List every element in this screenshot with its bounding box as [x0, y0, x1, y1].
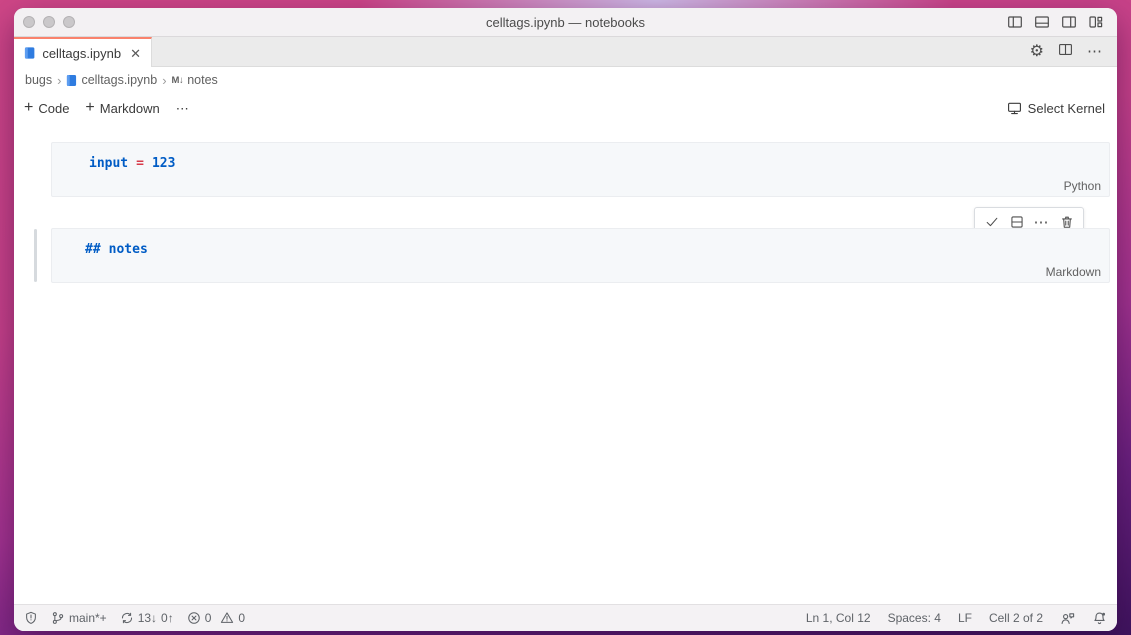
trash-icon: [1060, 215, 1074, 229]
tab-bar: celltags.ipynb ✕ ⚙ ⋯: [14, 37, 1117, 67]
kernel-vm-icon: [1007, 101, 1022, 116]
check-icon: [985, 215, 999, 229]
zoom-window-button[interactable]: [63, 16, 75, 28]
traffic-lights: [23, 8, 75, 36]
sync-changes-status[interactable]: 13↓ 0↑: [120, 611, 174, 625]
code-cell[interactable]: input = 123 Python: [51, 142, 1110, 197]
sync-icon: [120, 611, 134, 625]
breadcrumb-folder[interactable]: bugs: [25, 73, 52, 87]
cursor-position-status[interactable]: Ln 1, Col 12: [806, 611, 871, 625]
warning-icon: [220, 611, 234, 625]
workspace-trust-button[interactable]: [24, 611, 38, 625]
notifications-button[interactable]: [1092, 611, 1107, 626]
code-line: input = 123: [89, 156, 175, 171]
cell-language-picker[interactable]: Markdown: [1046, 265, 1101, 279]
git-branch-status[interactable]: main*+: [51, 611, 107, 625]
tab-label: celltags.ipynb: [42, 46, 121, 61]
cell-focus-indicator: [34, 229, 37, 282]
error-icon: [187, 611, 201, 625]
cell-position-status[interactable]: Cell 2 of 2: [989, 611, 1043, 625]
window-title: celltags.ipynb — notebooks: [14, 15, 1117, 30]
add-code-cell-button[interactable]: + Code: [24, 100, 69, 116]
tab-close-icon[interactable]: ✕: [130, 47, 141, 60]
cell-language-picker[interactable]: Python: [1064, 179, 1101, 193]
markdown-token: notes: [109, 242, 148, 257]
plus-icon: +: [24, 100, 33, 116]
add-markdown-cell-button[interactable]: + Markdown: [85, 100, 159, 116]
breadcrumb-symbol[interactable]: M↓ notes: [172, 73, 218, 87]
problems-status[interactable]: 0 0: [187, 611, 245, 625]
code-token: =: [136, 156, 144, 171]
breadcrumb: bugs › celltags.ipynb › M↓ notes: [14, 67, 1117, 93]
shield-icon: [24, 611, 38, 625]
code-token: input: [89, 156, 128, 171]
split-cell-icon: [1010, 215, 1024, 229]
plus-icon: +: [85, 100, 94, 116]
status-bar: main*+ 13↓ 0↑ 0 0 Ln 1, Col 12 Spaces: 4…: [14, 604, 1117, 631]
notebook-file-icon: [66, 74, 77, 87]
tab-celltags-ipynb[interactable]: celltags.ipynb ✕: [14, 37, 152, 67]
gear-icon[interactable]: ⚙: [1030, 44, 1044, 60]
eol-status[interactable]: LF: [958, 611, 972, 625]
customize-layout-icon[interactable]: [1088, 14, 1104, 30]
feedback-icon: [1060, 611, 1075, 626]
notebook-more-actions-icon[interactable]: ⋯: [176, 102, 190, 115]
notebook-toolbar: + Code + Markdown ⋯ Select Kernel: [14, 93, 1117, 123]
chevron-right-icon: ›: [162, 73, 166, 88]
toggle-primary-sidebar-icon[interactable]: [1007, 14, 1023, 30]
toggle-secondary-sidebar-icon[interactable]: [1061, 14, 1077, 30]
chevron-right-icon: ›: [57, 73, 61, 88]
code-token: 123: [152, 156, 175, 171]
notebook-file-icon: [24, 46, 35, 60]
minimize-window-button[interactable]: [43, 16, 55, 28]
markdown-symbol-icon: M↓: [172, 75, 184, 86]
tab-bar-empty-space: [152, 37, 1016, 67]
markdown-source-line: ## notes: [85, 242, 148, 257]
breadcrumb-file[interactable]: celltags.ipynb: [66, 73, 157, 87]
close-window-button[interactable]: [23, 16, 35, 28]
titlebar: celltags.ipynb — notebooks: [14, 8, 1117, 37]
desktop-wallpaper: celltags.ipynb — notebooks: [0, 0, 1131, 635]
markdown-cell[interactable]: ## notes Markdown: [51, 228, 1110, 283]
more-actions-icon[interactable]: ⋯: [1087, 44, 1103, 59]
select-kernel-button[interactable]: Select Kernel: [1007, 101, 1105, 116]
markdown-token: ##: [85, 242, 101, 257]
indentation-status[interactable]: Spaces: 4: [888, 611, 941, 625]
toggle-panel-icon[interactable]: [1034, 14, 1050, 30]
vscode-window: celltags.ipynb — notebooks: [14, 8, 1117, 631]
bell-icon: [1092, 611, 1107, 626]
feedback-button[interactable]: [1060, 611, 1075, 626]
notebook-editor: input=123 Python ⋯ ##notes Markdown: [14, 123, 1117, 604]
git-branch-icon: [51, 611, 65, 625]
split-editor-icon[interactable]: [1058, 42, 1073, 62]
